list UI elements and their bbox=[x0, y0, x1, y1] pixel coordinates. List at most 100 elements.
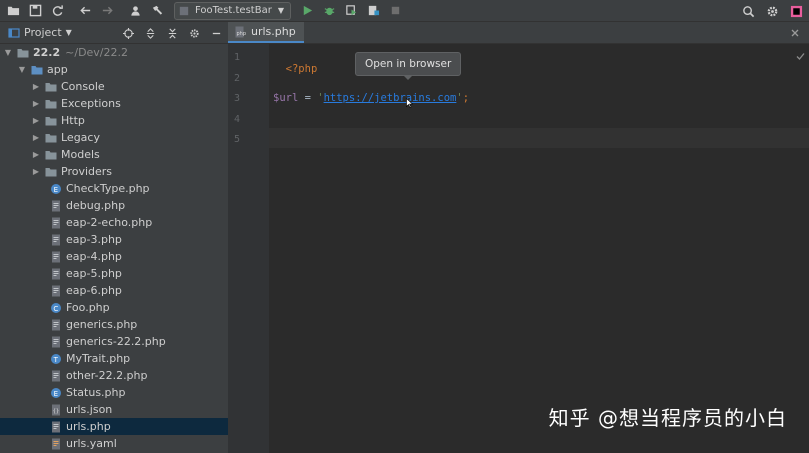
line-number: 5 bbox=[233, 134, 240, 145]
php-file-icon bbox=[50, 319, 62, 331]
tree-folder-legacy[interactable]: ▶ Legacy bbox=[0, 129, 228, 146]
stop-icon[interactable] bbox=[387, 2, 405, 20]
chevron-right-icon[interactable]: ▶ bbox=[32, 99, 40, 108]
tree-file-label: eap-3.php bbox=[66, 233, 122, 246]
php-file-icon bbox=[50, 421, 62, 433]
code-editor[interactable] bbox=[269, 44, 809, 453]
php-open-tag: <?php bbox=[285, 63, 318, 75]
tree-file-urls-php[interactable]: urls.php bbox=[0, 418, 228, 435]
tree-file-label: generics-22.2.php bbox=[66, 335, 166, 348]
editor-tab-bar: php urls.php bbox=[228, 22, 809, 44]
tree-file-eap-4-php[interactable]: eap-4.php bbox=[0, 248, 228, 265]
tree-file-generics-22-2-php[interactable]: generics-22.2.php bbox=[0, 333, 228, 350]
run-config-label: FooTest.testBar bbox=[195, 5, 272, 16]
collapse-all-icon[interactable] bbox=[164, 25, 180, 41]
run-icon[interactable] bbox=[299, 2, 317, 20]
php-file-icon bbox=[50, 200, 62, 212]
editor-tab-urls-php[interactable]: php urls.php bbox=[228, 22, 304, 43]
tree-file-other-22-2-php[interactable]: other-22.2.php bbox=[0, 367, 228, 384]
project-tool-window-header: Project ▼ bbox=[0, 22, 228, 44]
save-icon[interactable] bbox=[26, 2, 44, 20]
tree-folder-label: app bbox=[47, 63, 68, 76]
tree-file-eap-5-php[interactable]: eap-5.php bbox=[0, 265, 228, 282]
vcs-user-icon[interactable] bbox=[126, 2, 144, 20]
line-number: 3 bbox=[233, 93, 240, 104]
source-folder-icon bbox=[31, 64, 43, 76]
tree-root-label: 22.2 bbox=[33, 46, 61, 59]
svg-text:{}: {} bbox=[53, 408, 59, 414]
chevron-right-icon[interactable]: ▶ bbox=[32, 133, 40, 142]
chevron-right-icon[interactable]: ▶ bbox=[32, 167, 40, 176]
sync-icon[interactable] bbox=[48, 2, 66, 20]
open-in-browser-tooltip[interactable]: Open in browser bbox=[355, 52, 462, 76]
tree-folder-label: Http bbox=[61, 114, 85, 127]
tree-file-label: CheckType.php bbox=[66, 182, 150, 195]
tree-file-label: debug.php bbox=[66, 199, 126, 212]
chevron-down-icon[interactable]: ▼ bbox=[18, 65, 26, 74]
project-panel-icon bbox=[8, 27, 20, 38]
yaml-file-icon bbox=[50, 438, 62, 450]
php-file-icon bbox=[50, 234, 62, 246]
profiler-icon[interactable] bbox=[365, 2, 383, 20]
open-folder-icon[interactable] bbox=[4, 2, 22, 20]
settings-gear-icon[interactable] bbox=[763, 2, 781, 20]
forward-arrow-icon[interactable] bbox=[98, 2, 116, 20]
tree-root-item[interactable]: ▼ 22.2 ~/Dev/22.2 bbox=[0, 44, 228, 61]
tree-file-foo-php[interactable]: C Foo.php bbox=[0, 299, 228, 316]
line-number-gutter: 1 2 3 4 5 bbox=[228, 44, 269, 453]
svg-text:T: T bbox=[53, 355, 59, 363]
editor-tab-label: urls.php bbox=[251, 25, 296, 38]
search-icon[interactable] bbox=[739, 2, 757, 20]
code-url-link[interactable]: https://jetbrains.com bbox=[324, 92, 457, 104]
tree-file-mytrait-php[interactable]: T MyTrait.php bbox=[0, 350, 228, 367]
folder-icon bbox=[45, 81, 57, 93]
tree-file-status-php[interactable]: E Status.php bbox=[0, 384, 228, 401]
tree-folder-label: Console bbox=[61, 80, 105, 93]
tree-file-label: eap-4.php bbox=[66, 250, 122, 263]
tree-folder-label: Legacy bbox=[61, 131, 100, 144]
hide-minimize-icon[interactable] bbox=[208, 25, 224, 41]
debug-bug-icon[interactable] bbox=[321, 2, 339, 20]
tree-file-urls-json[interactable]: {} urls.json bbox=[0, 401, 228, 418]
tree-folder-app[interactable]: ▼ app bbox=[0, 61, 228, 78]
folder-icon bbox=[45, 98, 57, 110]
project-view-selector[interactable]: Project ▼ bbox=[8, 26, 72, 39]
folder-icon bbox=[45, 132, 57, 144]
inspection-ok-checkmark-icon[interactable] bbox=[796, 52, 805, 61]
expand-all-icon[interactable] bbox=[142, 25, 158, 41]
tree-folder-exceptions[interactable]: ▶ Exceptions bbox=[0, 95, 228, 112]
php-file-icon bbox=[50, 336, 62, 348]
build-hammer-icon[interactable] bbox=[148, 2, 166, 20]
chevron-right-icon[interactable]: ▶ bbox=[32, 116, 40, 125]
chevron-right-icon[interactable]: ▶ bbox=[32, 82, 40, 91]
php-enum-icon: E bbox=[50, 387, 62, 399]
code-line-3: $url = 'https://jetbrains.com'; bbox=[273, 92, 469, 104]
tree-file-label: urls.yaml bbox=[66, 437, 117, 450]
tree-folder-providers[interactable]: ▶ Providers bbox=[0, 163, 228, 180]
options-gear-icon[interactable] bbox=[186, 25, 202, 41]
chevron-right-icon[interactable]: ▶ bbox=[32, 150, 40, 159]
jetbrains-logo-icon[interactable] bbox=[787, 2, 805, 20]
folder-icon bbox=[45, 115, 57, 127]
chevron-down-icon[interactable]: ▼ bbox=[4, 48, 12, 57]
back-arrow-icon[interactable] bbox=[76, 2, 94, 20]
run-with-coverage-icon[interactable] bbox=[343, 2, 361, 20]
tree-file-debug-php[interactable]: debug.php bbox=[0, 197, 228, 214]
php-enum-icon: E bbox=[50, 183, 62, 195]
tree-folder-console[interactable]: ▶ Console bbox=[0, 78, 228, 95]
tree-file-eap-6-php[interactable]: eap-6.php bbox=[0, 282, 228, 299]
project-tree: ▼ 22.2 ~/Dev/22.2 ▼ app ▶ Console ▶ Excepti… bbox=[0, 44, 228, 453]
tree-file-urls-yaml[interactable]: urls.yaml bbox=[0, 435, 228, 452]
tree-folder-http[interactable]: ▶ Http bbox=[0, 112, 228, 129]
tree-file-checktype-php[interactable]: E CheckType.php bbox=[0, 180, 228, 197]
tree-file-eap-3-php[interactable]: eap-3.php bbox=[0, 231, 228, 248]
tree-file-label: Foo.php bbox=[66, 301, 110, 314]
locate-target-icon[interactable] bbox=[120, 25, 136, 41]
tree-file-eap-2-echo-php[interactable]: eap-2-echo.php bbox=[0, 214, 228, 231]
line-number: 4 bbox=[233, 114, 240, 125]
close-tabs-icon[interactable] bbox=[789, 27, 801, 39]
tree-folder-models[interactable]: ▶ Models bbox=[0, 146, 228, 163]
run-configuration-selector[interactable]: FooTest.testBar ▼ bbox=[174, 1, 291, 20]
code-operator: = bbox=[298, 92, 318, 104]
tree-file-generics-php[interactable]: generics.php bbox=[0, 316, 228, 333]
